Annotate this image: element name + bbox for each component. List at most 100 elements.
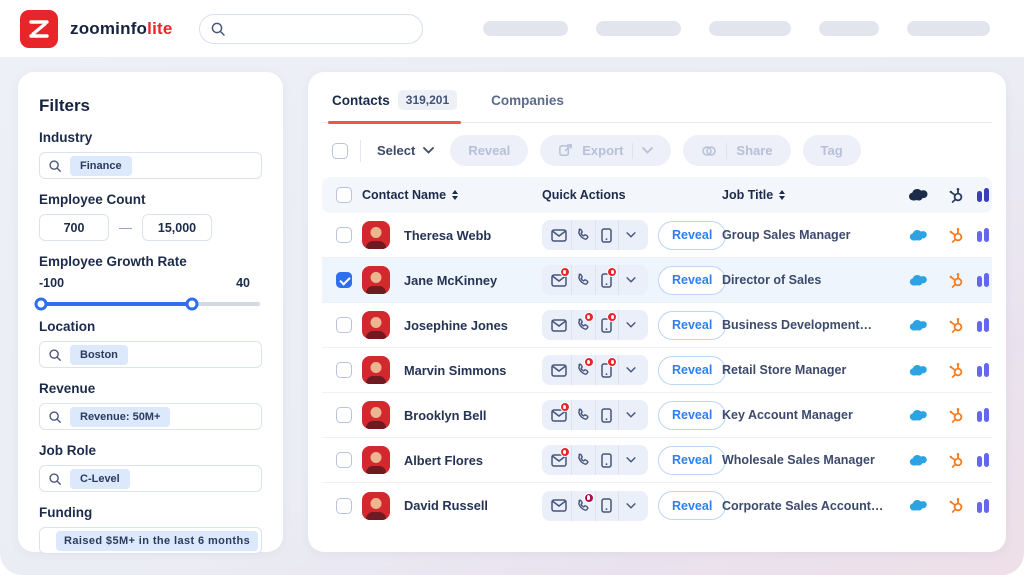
email-action-button[interactable] bbox=[548, 310, 571, 340]
salesforce-icon[interactable] bbox=[900, 228, 938, 243]
email-action-button[interactable] bbox=[548, 491, 571, 521]
mobile-action-button[interactable] bbox=[595, 310, 619, 340]
salesforce-icon[interactable] bbox=[900, 363, 938, 378]
row-checkbox[interactable] bbox=[336, 407, 352, 423]
contact-name[interactable]: Brooklyn Bell bbox=[404, 408, 542, 423]
hubspot-icon[interactable] bbox=[938, 227, 974, 244]
salesforce-icon[interactable] bbox=[900, 318, 938, 333]
location-filter-chip[interactable]: Boston bbox=[70, 345, 128, 365]
more-actions-button[interactable] bbox=[618, 445, 642, 475]
email-action-button[interactable] bbox=[548, 265, 571, 295]
bars-icon[interactable] bbox=[974, 499, 992, 513]
bars-icon[interactable] bbox=[974, 318, 992, 332]
mobile-action-button[interactable] bbox=[595, 400, 619, 430]
phone-action-button[interactable] bbox=[571, 265, 595, 295]
funding-filter-chip[interactable]: Raised $5M+ in the last 6 months bbox=[56, 531, 258, 551]
contact-name[interactable]: Marvin Simmons bbox=[404, 363, 542, 378]
column-job-title[interactable]: Job Title bbox=[722, 188, 900, 202]
sort-icon[interactable] bbox=[779, 190, 785, 200]
more-actions-button[interactable] bbox=[618, 265, 642, 295]
mobile-action-button[interactable] bbox=[595, 220, 619, 250]
contact-name[interactable]: Theresa Webb bbox=[404, 228, 542, 243]
salesforce-icon[interactable] bbox=[900, 408, 938, 423]
table-row[interactable]: Josephine Jones Reveal bbox=[322, 303, 992, 348]
reveal-button[interactable]: Reveal bbox=[658, 491, 726, 520]
mobile-action-button[interactable] bbox=[595, 445, 619, 475]
bars-icon[interactable] bbox=[974, 453, 992, 467]
salesforce-icon[interactable] bbox=[900, 453, 938, 468]
slider-handle-left[interactable] bbox=[35, 298, 48, 311]
contact-name[interactable]: Josephine Jones bbox=[404, 318, 542, 333]
mobile-action-button[interactable] bbox=[595, 265, 619, 295]
export-button[interactable]: Export bbox=[540, 135, 671, 166]
more-actions-button[interactable] bbox=[618, 400, 642, 430]
revenue-filter-chip[interactable]: Revenue: 50M+ bbox=[70, 407, 170, 427]
more-actions-button[interactable] bbox=[618, 355, 642, 385]
phone-action-button[interactable] bbox=[571, 355, 595, 385]
email-action-button[interactable] bbox=[548, 355, 571, 385]
email-action-button[interactable] bbox=[548, 400, 571, 430]
hubspot-icon[interactable] bbox=[938, 452, 974, 469]
contact-name[interactable]: Jane McKinney bbox=[404, 273, 542, 288]
table-row[interactable]: Theresa Webb Reveal bbox=[322, 213, 992, 258]
tab-companies[interactable]: Companies bbox=[491, 93, 564, 120]
row-checkbox[interactable] bbox=[336, 362, 352, 378]
salesforce-icon[interactable] bbox=[900, 273, 938, 288]
phone-action-button[interactable] bbox=[571, 400, 595, 430]
table-row[interactable]: Marvin Simmons Reveal bbox=[322, 348, 992, 393]
job-role-filter-chip[interactable]: C-Level bbox=[70, 469, 130, 489]
slider-handle-right[interactable] bbox=[186, 298, 199, 311]
column-contact-name[interactable]: Contact Name bbox=[362, 188, 542, 202]
row-checkbox[interactable] bbox=[336, 227, 352, 243]
hubspot-icon[interactable] bbox=[938, 317, 974, 334]
hubspot-icon[interactable] bbox=[938, 407, 974, 424]
hubspot-icon[interactable] bbox=[938, 362, 974, 379]
email-action-button[interactable] bbox=[548, 445, 571, 475]
table-row[interactable]: Brooklyn Bell Reveal bbox=[322, 393, 992, 438]
more-actions-button[interactable] bbox=[618, 310, 642, 340]
contact-name[interactable]: Albert Flores bbox=[404, 453, 542, 468]
select-all-checkbox[interactable] bbox=[332, 143, 348, 159]
mobile-action-button[interactable] bbox=[595, 355, 619, 385]
row-checkbox[interactable] bbox=[336, 272, 352, 288]
reveal-button[interactable]: Reveal bbox=[658, 311, 726, 340]
reveal-button[interactable]: Reveal bbox=[658, 401, 726, 430]
hubspot-icon[interactable] bbox=[938, 497, 974, 514]
employee-count-min-input[interactable]: 700 bbox=[39, 214, 109, 241]
tab-contacts[interactable]: Contacts 319,201 bbox=[332, 90, 457, 122]
reveal-button[interactable]: Reveal bbox=[658, 446, 726, 475]
header-checkbox[interactable] bbox=[336, 187, 352, 203]
bars-icon[interactable] bbox=[974, 408, 992, 422]
reveal-button[interactable]: Reveal bbox=[658, 266, 726, 295]
row-checkbox[interactable] bbox=[336, 317, 352, 333]
phone-action-button[interactable] bbox=[571, 445, 595, 475]
table-row[interactable]: Albert Flores Reveal bbox=[322, 438, 992, 483]
table-row[interactable]: Jane McKinney Reveal bbox=[322, 258, 992, 303]
reveal-bulk-button[interactable]: Reveal bbox=[450, 135, 528, 166]
phone-action-button[interactable] bbox=[571, 310, 595, 340]
location-input[interactable]: Boston bbox=[39, 341, 262, 368]
job-role-input[interactable]: C-Level bbox=[39, 465, 262, 492]
industry-input[interactable]: Finance bbox=[39, 152, 262, 179]
email-action-button[interactable] bbox=[548, 220, 571, 250]
funding-input[interactable]: Raised $5M+ in the last 6 months bbox=[39, 527, 262, 554]
select-dropdown[interactable]: Select bbox=[373, 143, 438, 158]
industry-filter-chip[interactable]: Finance bbox=[70, 156, 132, 176]
reveal-button[interactable]: Reveal bbox=[658, 356, 726, 385]
phone-action-button[interactable] bbox=[571, 220, 595, 250]
global-search-input[interactable] bbox=[199, 14, 423, 44]
bars-icon[interactable] bbox=[974, 363, 992, 377]
hubspot-icon[interactable] bbox=[938, 272, 974, 289]
reveal-button[interactable]: Reveal bbox=[658, 221, 726, 250]
revenue-input[interactable]: Revenue: 50M+ bbox=[39, 403, 262, 430]
tag-button[interactable]: Tag bbox=[803, 135, 861, 166]
more-actions-button[interactable] bbox=[618, 220, 642, 250]
phone-action-button[interactable] bbox=[571, 491, 595, 521]
row-checkbox[interactable] bbox=[336, 452, 352, 468]
employee-count-max-input[interactable]: 15,000 bbox=[142, 214, 212, 241]
bars-icon[interactable] bbox=[974, 273, 992, 287]
table-row[interactable]: David Russell Reveal bbox=[322, 483, 992, 528]
row-checkbox[interactable] bbox=[336, 498, 352, 514]
bars-icon[interactable] bbox=[974, 228, 992, 242]
sort-icon[interactable] bbox=[452, 190, 458, 200]
